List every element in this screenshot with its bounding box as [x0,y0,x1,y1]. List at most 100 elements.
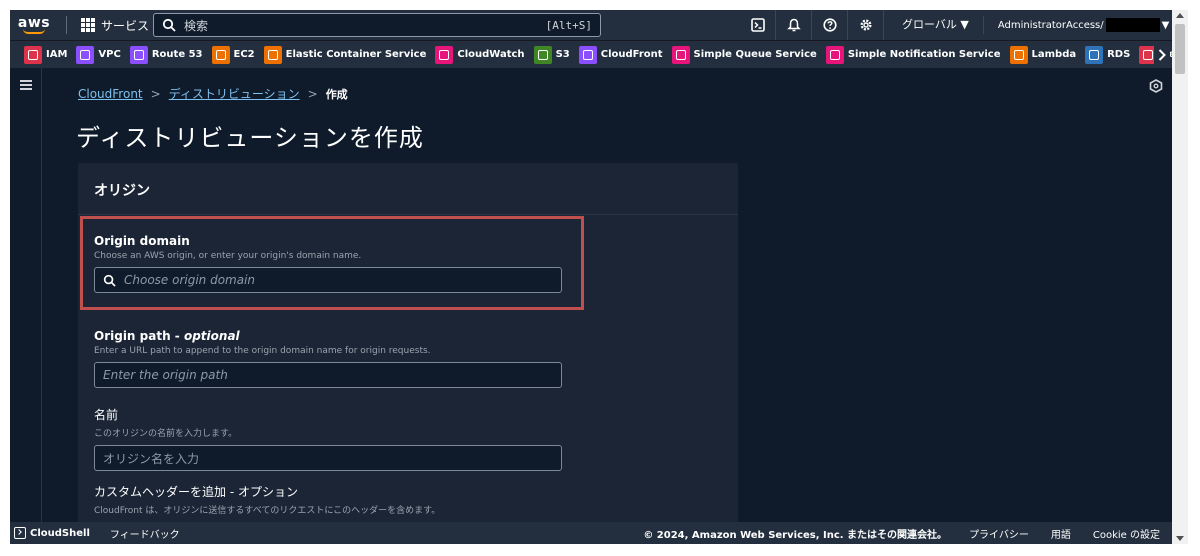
cloudshell-footer-button[interactable]: CloudShell [14,527,90,539]
footer-links: © 2024, Amazon Web Services, Inc. またはその関… [621,526,1160,541]
top-navigation: aws サービス 検索 [Alt+S] グローバル ▼ Administrato… [10,10,1172,40]
feedback-link[interactable]: フィードバック [110,526,180,541]
custom-header-label: カスタムヘッダーを追加 - オプション [94,485,298,499]
menu-icon[interactable] [20,80,32,90]
origin-name-input[interactable]: オリジン名を入力 [94,445,562,471]
nav-right-group: グローバル ▼ AdministratorAccess/ ▼ [740,10,1169,40]
service-icon [1085,45,1104,64]
favorite-cloudwatch[interactable]: CloudWatch [435,45,525,64]
favorite-elastic-container-service[interactable]: Elastic Container Service [263,45,427,64]
favorite-label: VPC [98,49,121,60]
service-icon [24,45,42,64]
favorite-label: Simple Notification Service [847,49,1001,60]
gear-icon [859,19,872,31]
favorite-label: EC2 [233,49,255,60]
favorite-label: CloudFront [600,49,663,60]
region-selector[interactable]: グローバル ▼ [884,16,984,34]
origin-path-label: Origin path - optional [94,329,562,343]
origin-path-input[interactable]: Enter the origin path [94,362,562,388]
help-icon [822,18,837,32]
account-label: AdministratorAccess/ [997,19,1104,31]
search-input[interactable]: 検索 [Alt+S] [153,13,601,37]
console-frame: aws サービス 検索 [Alt+S] グローバル ▼ Administrato… [10,10,1172,544]
favorite-vpc[interactable]: VPC [76,45,121,64]
aws-smile-icon [23,29,45,34]
services-menu-button[interactable]: サービス [81,17,149,34]
favorite-rds[interactable]: RDS [1085,45,1131,64]
custom-header-field: カスタムヘッダーを追加 - オプション CloudFront は、オリジンに送信… [94,483,440,516]
favorite-lambda[interactable]: Lambda [1009,45,1077,64]
origin-panel-heading: オリジン [94,183,150,199]
service-icon [76,45,95,64]
account-menu[interactable]: AdministratorAccess/ ▼ [984,18,1169,32]
favorite-s3[interactable]: S3 [533,45,570,64]
vertical-scrollbar[interactable] [1172,10,1188,544]
service-icon [263,45,282,64]
scrollbar-thumb[interactable] [1175,24,1185,74]
favorite-label: Lambda [1031,49,1077,60]
settings-button[interactable] [848,10,884,40]
service-icon [578,45,597,64]
service-icon [533,45,552,64]
cloudshell-icon [750,18,765,32]
page-title: ディストリビューションを作成 [76,124,424,152]
origin-name-description: このオリジンの名前を入力します。 [94,429,238,439]
favorite-iam[interactable]: IAM [24,45,68,64]
search-shortcut: [Alt+S] [545,18,592,32]
favorite-ec2[interactable]: EC2 [211,45,255,64]
favorite-label: RDS [1107,49,1131,60]
redacted-account-id [1105,18,1160,32]
service-icon [129,45,148,64]
origin-name-field: 名前 このオリジンの名前を入力します。 オリジン名を入力 [94,406,562,471]
breadcrumb-cloudfront[interactable]: CloudFront [78,87,143,101]
cookie-settings-link[interactable]: Cookie の設定 [1093,526,1160,541]
notifications-button[interactable] [776,10,812,40]
chevron-right-icon[interactable] [1154,45,1170,65]
breadcrumb-current: 作成 [325,87,348,101]
origin-path-placeholder: Enter the origin path [103,368,228,382]
favorite-label: S3 [555,49,570,60]
terms-link[interactable]: 用語 [1051,526,1071,541]
nav-divider [66,16,67,34]
breadcrumb-distributions[interactable]: ディストリビューション [169,85,300,102]
aws-logo-text: aws [17,14,51,31]
footer-bar: CloudShell フィードバック © 2024, Amazon Web Se… [10,522,1172,544]
origin-name-placeholder: オリジン名を入力 [103,451,200,466]
breadcrumb-separator: > [307,86,318,101]
origin-domain-highlight [80,216,584,310]
aws-logo[interactable]: aws [10,10,58,40]
origin-path-label-text: Origin path - [94,329,184,343]
favorite-simple-queue-service[interactable]: Simple Queue Service [671,45,817,64]
info-panel-icon[interactable] [1149,79,1163,93]
side-navigation-rail [10,68,42,522]
favorites-bar: IAM VPC Route 53 EC2 Elastic Container Servi… [10,40,1172,68]
account-caret: ▼ [1161,19,1170,31]
cloudshell-icon [14,527,26,539]
service-icon [1009,45,1028,64]
scroll-down-arrow-icon[interactable] [1176,536,1184,541]
privacy-link[interactable]: プライバシー [969,526,1029,541]
grid-icon [81,18,95,32]
bell-icon [786,18,801,32]
cloudshell-button[interactable] [740,10,776,40]
favorite-route-53[interactable]: Route 53 [129,45,203,64]
services-label: サービス [101,18,150,33]
favorite-label: Route 53 [151,49,203,60]
favorite-label: Simple Queue Service [693,49,817,60]
favorite-label: Elastic Container Service [285,49,427,60]
search-placeholder: 検索 [184,18,209,33]
breadcrumb: CloudFront > ディストリビューション > 作成 [78,85,348,102]
search-icon [162,18,176,32]
service-icon [435,45,454,64]
favorite-simple-notification-service[interactable]: Simple Notification Service [825,45,1001,64]
service-icon [211,45,230,64]
favorite-label: IAM [46,49,68,60]
origin-path-description: Enter a URL path to append to the origin… [94,346,431,356]
favorite-label: CloudWatch [457,49,525,60]
copyright-text: © 2024, Amazon Web Services, Inc. またはその関… [643,529,948,541]
help-button[interactable] [812,10,848,40]
scroll-up-arrow-icon[interactable] [1176,13,1184,18]
service-icon [825,45,844,64]
favorite-cloudfront[interactable]: CloudFront [578,45,663,64]
custom-header-description: CloudFront は、オリジンに送信するすべてのリクエストにこのヘッダーを含… [94,506,441,516]
